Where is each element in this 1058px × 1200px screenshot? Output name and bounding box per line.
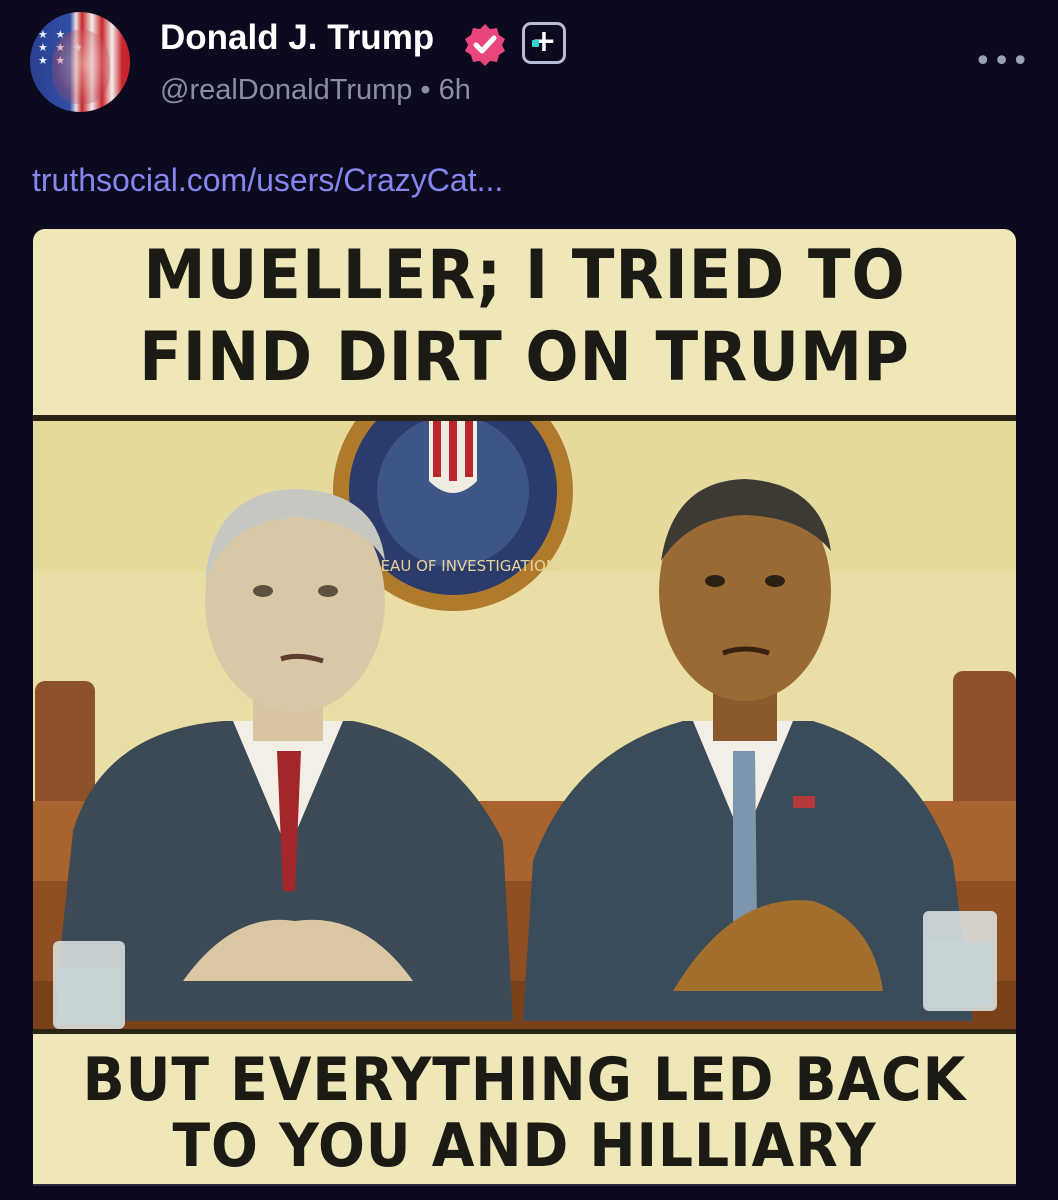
post-link[interactable]: truthsocial.com/users/CrazyCat... <box>32 162 503 199</box>
right-water-glass <box>923 911 997 1011</box>
handle-separator: • <box>420 74 431 106</box>
verified-badge-icon <box>465 24 505 66</box>
meme-image[interactable]: MUELLER; I TRIED TO FIND DIRT ON TRUMP B… <box>33 229 1016 1184</box>
more-options-button[interactable]: ••• <box>974 44 1030 79</box>
meme-bottom-line-2: TO YOU AND HILLIARY <box>172 1111 877 1181</box>
author-display-name[interactable]: Donald J. Trump <box>160 18 434 58</box>
author-handle[interactable]: @realDonaldTrump <box>160 74 412 106</box>
author-handle-line: @realDonaldTrump • 6h <box>160 74 471 107</box>
panel-bottom-border <box>33 1029 1016 1034</box>
post-view: ★ ★★ ★ ★★ ★ Donald J. Trump + @realDonal… <box>0 0 1058 1200</box>
meme-top-line-2: FIND DIRT ON TRUMP <box>139 318 910 397</box>
post-timestamp[interactable]: 6h <box>439 74 471 106</box>
card-bottom-divider <box>33 1184 1016 1186</box>
author-avatar[interactable]: ★ ★★ ★ ★★ ★ <box>30 12 130 112</box>
plus-badge-icon: + <box>522 22 566 64</box>
flag-pin <box>793 796 815 808</box>
meme-top-line-1: MUELLER; I TRIED TO <box>143 236 906 315</box>
meme-bottom-line-1: BUT EVERYTHING LED BACK <box>82 1045 967 1115</box>
left-water-glass <box>53 941 125 1029</box>
meme-top-caption: MUELLER; I TRIED TO FIND DIRT ON TRUMP <box>72 235 976 399</box>
avatar-face <box>52 30 110 104</box>
meme-illustration: BUREAU OF INVESTIGATION <box>33 421 1016 1029</box>
meme-bottom-caption: BUT EVERYTHING LED BACK TO YOU AND HILLI… <box>72 1047 976 1179</box>
